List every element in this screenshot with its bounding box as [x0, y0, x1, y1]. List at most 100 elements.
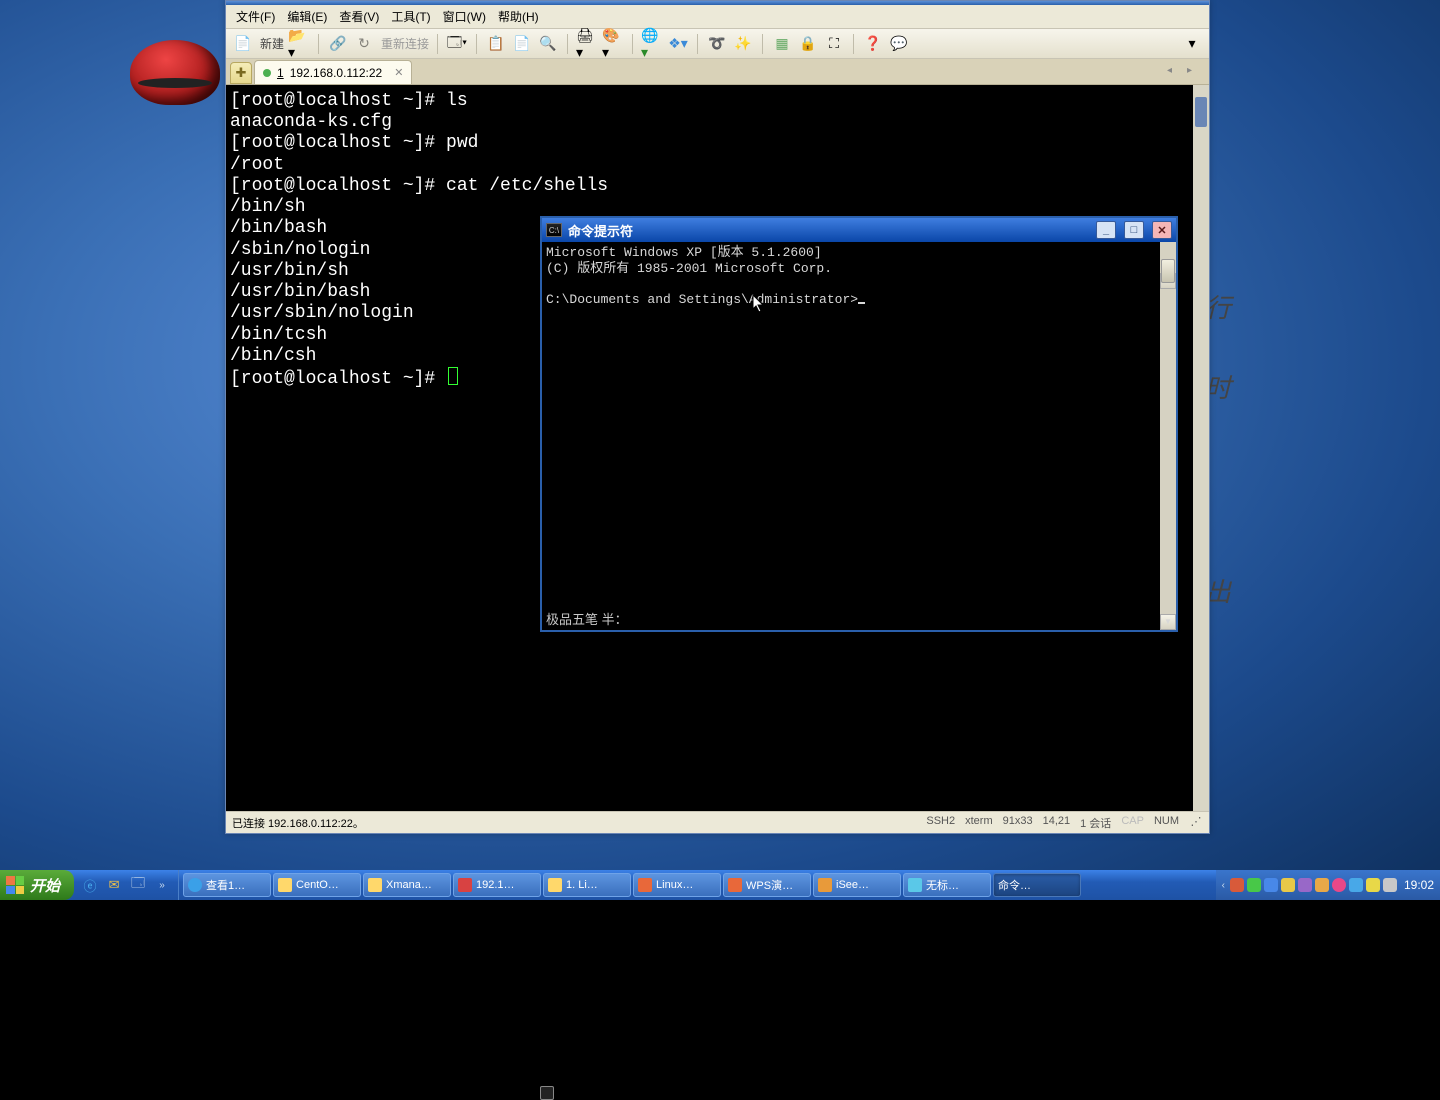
- cmd-title: 命令提示符: [568, 221, 1088, 240]
- tile-button[interactable]: ▦: [771, 33, 793, 55]
- reconnect-label: 重新连接: [381, 35, 429, 52]
- status-num: NUM: [1154, 815, 1179, 831]
- fullscreen-button[interactable]: ⛶: [823, 33, 845, 55]
- xftp-button[interactable]: ❖▾: [667, 33, 689, 55]
- reconnect-button[interactable]: ↻: [353, 33, 375, 55]
- tab-close-button[interactable]: ✕: [394, 66, 403, 79]
- globe-button[interactable]: 🌐▾: [641, 33, 663, 55]
- mail-icon[interactable]: ✉: [104, 875, 124, 895]
- task-label: 命令…: [998, 877, 1031, 893]
- lock-button[interactable]: 🔒: [797, 33, 819, 55]
- menu-edit[interactable]: 编辑(E): [287, 8, 327, 25]
- taskbar-item[interactable]: 无标…: [903, 873, 991, 897]
- connect-button[interactable]: 🔗: [327, 33, 349, 55]
- tab-index: 1: [277, 66, 284, 80]
- new-tab-button[interactable]: ✚: [230, 62, 252, 84]
- cmd-titlebar[interactable]: C:\ 命令提示符 _ □ ✕: [542, 218, 1176, 242]
- tab-prev-button[interactable]: ◂: [1167, 65, 1181, 79]
- session-tab[interactable]: 1 192.168.0.112:22 ✕: [254, 60, 412, 84]
- feedback-button[interactable]: 💬: [888, 33, 910, 55]
- maximize-button[interactable]: □: [1124, 221, 1144, 239]
- task-label: Xmana…: [386, 879, 432, 891]
- menu-help[interactable]: 帮助(H): [498, 8, 539, 25]
- taskbar-item[interactable]: 查看1…: [183, 873, 271, 897]
- separator: [318, 34, 319, 54]
- task-icon: [188, 878, 202, 892]
- menu-tools[interactable]: 工具(T): [391, 8, 430, 25]
- ql-overflow[interactable]: »: [152, 875, 172, 895]
- task-label: Linux…: [656, 879, 693, 891]
- tray-expand-button[interactable]: ‹: [1222, 880, 1225, 891]
- cmd-body[interactable]: Microsoft Windows XP [版本 5.1.2600] (C) 版…: [542, 242, 1176, 630]
- tray-icon[interactable]: [1349, 878, 1363, 892]
- separator: [567, 34, 568, 54]
- tray-shield-icon[interactable]: [1366, 878, 1380, 892]
- new-session-button[interactable]: 📄: [232, 33, 254, 55]
- paste-button[interactable]: 📄: [511, 33, 533, 55]
- show-desktop-icon[interactable]: 🗔: [128, 875, 148, 895]
- task-icon: [368, 878, 382, 892]
- tray-icon[interactable]: [1315, 878, 1329, 892]
- ie-icon[interactable]: ⓔ: [80, 875, 100, 895]
- print-button[interactable]: 🖨▾: [576, 33, 598, 55]
- status-caps: CAP: [1121, 815, 1144, 831]
- find-button[interactable]: 🔍: [537, 33, 559, 55]
- terminal-scrollbar[interactable]: [1193, 85, 1209, 811]
- task-label: WPS演…: [746, 877, 793, 893]
- taskbar-item[interactable]: iSee…: [813, 873, 901, 897]
- minimize-button[interactable]: _: [1096, 221, 1116, 239]
- taskbar-item[interactable]: 1. Li…: [543, 873, 631, 897]
- properties-button[interactable]: 🗔▾: [446, 33, 468, 55]
- script-button[interactable]: ➰: [706, 33, 728, 55]
- task-list: 查看1… CentO… Xmana… 192.1… 1. Li… Linux… WPS演… i…: [179, 870, 1216, 900]
- tray-icon[interactable]: [1230, 878, 1244, 892]
- status-size: 91x33: [1003, 815, 1033, 831]
- new-session-label: 新建: [260, 35, 284, 52]
- highlight-button[interactable]: ✨: [732, 33, 754, 55]
- cmd-scrollbar[interactable]: ▲ ▼: [1160, 242, 1176, 630]
- help-button[interactable]: ❓: [862, 33, 884, 55]
- taskbar-item[interactable]: Xmana…: [363, 873, 451, 897]
- taskbar-item[interactable]: CentO…: [273, 873, 361, 897]
- taskbar-item[interactable]: Linux…: [633, 873, 721, 897]
- color-button[interactable]: 🎨▾: [602, 33, 624, 55]
- copy-button[interactable]: 📋: [485, 33, 507, 55]
- task-label: 192.1…: [476, 879, 515, 891]
- task-label: CentO…: [296, 879, 339, 891]
- quick-launch: ⓔ ✉ 🗔 »: [74, 870, 179, 900]
- task-label: iSee…: [836, 879, 869, 891]
- tray-icon[interactable]: [1247, 878, 1261, 892]
- task-icon: [638, 878, 652, 892]
- separator: [632, 34, 633, 54]
- separator: [762, 34, 763, 54]
- clock[interactable]: 19:02: [1404, 878, 1434, 892]
- ime-status: 极品五笔 半：: [546, 612, 628, 628]
- scroll-down-button[interactable]: ▼: [1160, 614, 1176, 630]
- tray-icon[interactable]: [1264, 878, 1278, 892]
- taskbar-item[interactable]: WPS演…: [723, 873, 811, 897]
- close-button[interactable]: ✕: [1152, 221, 1172, 239]
- tab-bar: ✚ 1 192.168.0.112:22 ✕ ◂ ▸: [226, 59, 1209, 85]
- task-icon: [728, 878, 742, 892]
- start-button[interactable]: 开始: [0, 870, 74, 900]
- system-tray: ‹ 19:02: [1216, 870, 1440, 900]
- taskbar-item[interactable]: 命令…: [993, 873, 1081, 897]
- status-session-count: 1 会话: [1080, 815, 1111, 831]
- scroll-thumb[interactable]: [1161, 259, 1175, 283]
- open-button[interactable]: 📂▾: [288, 33, 310, 55]
- menu-view[interactable]: 查看(V): [339, 8, 379, 25]
- separator: [853, 34, 854, 54]
- tab-next-button[interactable]: ▸: [1187, 65, 1201, 79]
- tray-icon[interactable]: [1332, 878, 1346, 892]
- menu-file[interactable]: 文件(F): [236, 8, 275, 25]
- tray-icon[interactable]: [1298, 878, 1312, 892]
- tray-icon[interactable]: [1281, 878, 1295, 892]
- toolbar-overflow[interactable]: ▾: [1181, 33, 1203, 55]
- toolbar: 📄 新建 📂▾ 🔗 ↻ 重新连接 🗔▾ 📋 📄 🔍 🖨▾ 🎨▾ 🌐▾ ❖▾ ➰ …: [226, 29, 1209, 59]
- status-resize-grip[interactable]: ⋰: [1189, 815, 1203, 831]
- scroll-thumb[interactable]: [1195, 97, 1207, 127]
- status-protocol: SSH2: [926, 815, 955, 831]
- menu-window[interactable]: 窗口(W): [443, 8, 486, 25]
- taskbar-item[interactable]: 192.1…: [453, 873, 541, 897]
- tray-volume-icon[interactable]: [1383, 878, 1397, 892]
